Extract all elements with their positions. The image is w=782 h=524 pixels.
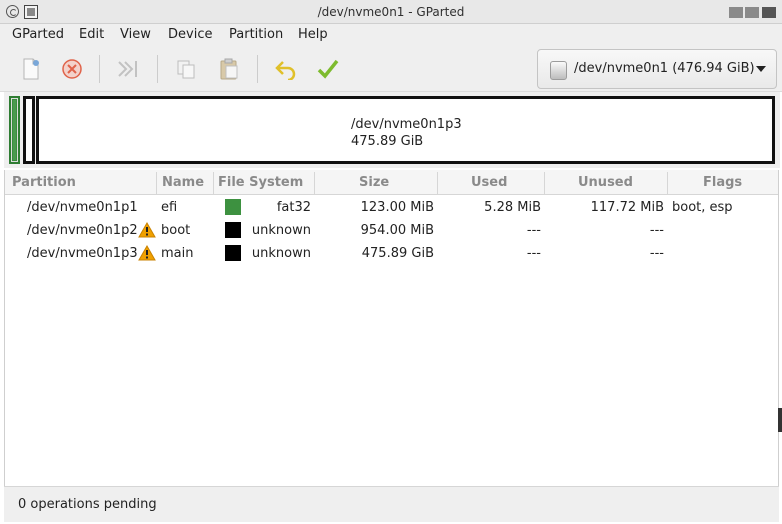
partition-block-size: 475.89 GiB <box>351 134 424 149</box>
status-bar: 0 operations pending <box>4 486 779 522</box>
partition-filesystem: unknown <box>251 246 311 261</box>
menu-help[interactable]: Help <box>298 27 328 42</box>
fs-color-swatch <box>225 199 241 215</box>
paste-icon <box>220 58 238 80</box>
partition-name: boot <box>161 223 191 238</box>
partition-block-name: /dev/nvme0n1p3 <box>351 117 462 132</box>
partition-filesystem: unknown <box>251 223 311 238</box>
partition-block-p2[interactable] <box>23 96 35 164</box>
partition-used: --- <box>526 246 541 261</box>
partition-unused: --- <box>649 246 664 261</box>
undo-button[interactable] <box>271 54 301 84</box>
column-partition[interactable]: Partition <box>12 175 76 190</box>
column-separator[interactable] <box>213 172 214 194</box>
chevron-down-icon[interactable] <box>755 65 767 73</box>
device-selector[interactable]: /dev/nvme0n1 (476.94 GiB) <box>537 49 777 89</box>
copy-button[interactable] <box>171 54 201 84</box>
delete-partition-button[interactable] <box>57 54 87 84</box>
new-icon <box>23 58 39 80</box>
partition-path: /dev/nvme0n1p2 <box>27 223 138 238</box>
partition-path: /dev/nvme0n1p1 <box>27 200 138 215</box>
table-header: Partition Name File System Size Used Unu… <box>5 170 778 195</box>
title-bar: /dev/nvme0n1 - GParted <box>0 0 782 24</box>
partition-unused: 117.72 MiB <box>590 200 664 215</box>
maximize-icon[interactable] <box>745 7 759 18</box>
partition-block-p3[interactable]: /dev/nvme0n1p3 475.89 GiB <box>36 96 775 164</box>
toolbar-separator <box>257 55 258 83</box>
menu-gparted[interactable]: GParted <box>12 27 64 42</box>
disk-map: /dev/nvme0n1p3 475.89 GiB <box>4 92 780 168</box>
column-file-system[interactable]: File System <box>218 175 303 190</box>
toolbar-separator <box>157 55 158 83</box>
column-flags[interactable]: Flags <box>703 175 742 190</box>
undo-icon <box>275 61 296 80</box>
partition-path: /dev/nvme0n1p3 <box>27 246 138 261</box>
table-row[interactable]: /dev/nvme0n1p3 main unknown 475.89 GiB -… <box>5 242 778 265</box>
table-row[interactable]: /dev/nvme0n1p1 efi fat32 123.00 MiB 5.28… <box>5 196 778 219</box>
resize-move-icon <box>118 61 137 77</box>
apply-icon <box>317 59 339 79</box>
menu-partition[interactable]: Partition <box>229 27 283 42</box>
toolbar-separator <box>99 55 100 83</box>
column-unused[interactable]: Unused <box>578 175 633 190</box>
fs-color-swatch <box>225 245 241 261</box>
partition-used: 5.28 MiB <box>484 200 541 215</box>
column-size[interactable]: Size <box>359 175 389 190</box>
window-title: /dev/nvme0n1 - GParted <box>317 5 465 19</box>
partition-filesystem: fat32 <box>276 200 311 215</box>
partition-name: efi <box>161 200 178 215</box>
partition-table: Partition Name File System Size Used Unu… <box>4 170 779 486</box>
drive-icon <box>550 61 567 80</box>
copy-icon <box>177 60 195 79</box>
column-separator[interactable] <box>544 172 545 194</box>
menu-bar: GParted Edit View Device Partition Help <box>0 24 782 46</box>
menu-view[interactable]: View <box>120 27 151 42</box>
paste-button[interactable] <box>214 54 244 84</box>
column-separator[interactable] <box>437 172 438 194</box>
partition-unused: --- <box>649 223 664 238</box>
operations-pending-text: 0 operations pending <box>18 497 157 512</box>
table-row[interactable]: /dev/nvme0n1p2 boot unknown 954.00 MiB -… <box>5 219 778 242</box>
partition-size: 475.89 GiB <box>361 246 434 261</box>
new-partition-button[interactable] <box>16 54 46 84</box>
column-separator[interactable] <box>314 172 315 194</box>
column-separator[interactable] <box>667 172 668 194</box>
warning-icon <box>138 222 156 238</box>
column-separator[interactable] <box>156 172 157 194</box>
resize-move-button[interactable] <box>113 54 143 84</box>
column-name[interactable]: Name <box>162 175 204 190</box>
window-resize-handle[interactable] <box>778 408 782 432</box>
partition-size: 123.00 MiB <box>360 200 434 215</box>
minimize-icon[interactable] <box>729 7 743 18</box>
partition-block-p1[interactable] <box>9 96 20 164</box>
menu-edit[interactable]: Edit <box>79 27 104 42</box>
menu-device[interactable]: Device <box>168 27 212 42</box>
device-label: /dev/nvme0n1 (476.94 GiB) <box>574 61 755 76</box>
partition-name: main <box>161 246 194 261</box>
column-used[interactable]: Used <box>471 175 507 190</box>
apply-button[interactable] <box>313 54 343 84</box>
warning-icon <box>138 245 156 261</box>
delete-icon <box>62 59 82 79</box>
partition-used: --- <box>526 223 541 238</box>
partition-flags: boot, esp <box>672 200 733 215</box>
fs-color-swatch <box>225 222 241 238</box>
close-icon[interactable] <box>762 7 776 18</box>
partition-size: 954.00 MiB <box>360 223 434 238</box>
